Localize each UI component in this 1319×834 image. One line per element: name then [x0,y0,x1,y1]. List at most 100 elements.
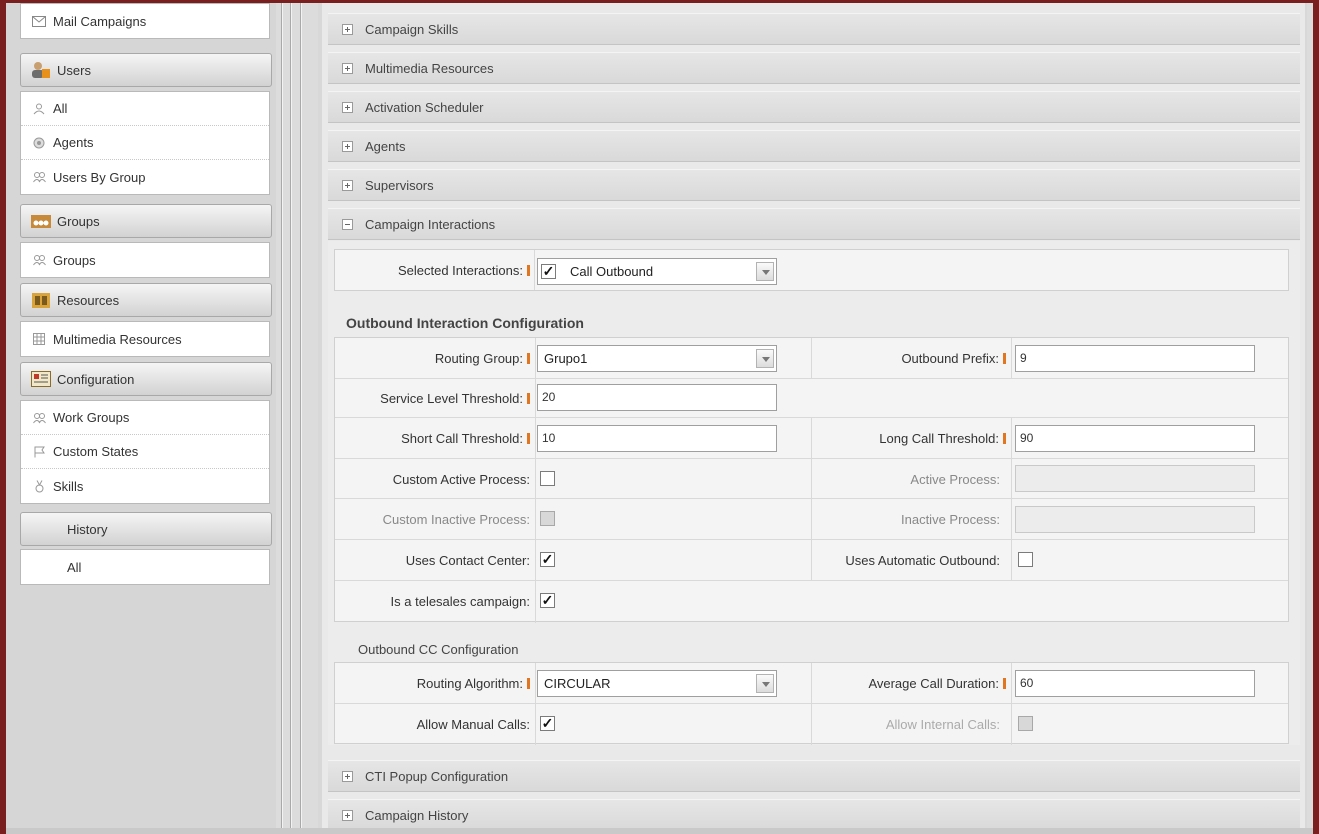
users-panel: All Agents Users By Group [20,91,270,195]
sidebar-item-label: Custom States [53,444,139,459]
film-icon [31,332,47,346]
sidebar-header-label: Groups [57,213,100,229]
sidebar-item-label: Agents [53,135,94,150]
groups-icon [31,212,51,230]
telesales-checkbox[interactable]: ✓ [540,593,555,608]
splitter-handle[interactable] [290,3,292,834]
sidebar-item-work-groups[interactable]: Work Groups [21,401,269,435]
selected-interactions-value: Call Outbound [570,264,654,279]
sidebar-item-users-all[interactable]: All [21,92,269,126]
group-icon [31,411,47,425]
sidebar-item-multimedia-resources[interactable]: Multimedia Resources [21,322,269,356]
accordion-title: Activation Scheduler [365,99,484,115]
accordion-title: Campaign History [365,807,469,823]
sidebar-item-label: All [53,101,68,116]
outbound-prefix-input[interactable]: 9 [1015,345,1255,372]
short-call-input[interactable]: 10 [537,425,777,452]
sidebar-item-mail-campaigns[interactable]: Mail Campaigns [21,4,269,38]
collapse-icon [342,218,353,230]
short-call-label: Short Call Threshold: [401,431,530,446]
sidebar-item-label: Work Groups [53,410,130,425]
campaign-interactions-body: Selected Interactions: ✓ Call Outbound O… [328,241,1300,745]
allow-internal-calls-label: Allow Internal Calls: [885,717,1000,732]
sidebar-item-groups[interactable]: Groups [21,243,269,277]
custom-inactive-label: Custom Inactive Process: [382,512,530,527]
selected-interactions-row: Selected Interactions: ✓ Call Outbound [334,249,1289,291]
expand-icon [342,179,353,191]
service-level-input[interactable]: 20 [537,384,777,411]
splitter-line [300,3,302,834]
accordion-agents[interactable]: Agents [328,130,1300,162]
flag-icon [31,445,47,459]
accordion-title: Campaign Skills [365,21,459,37]
allow-manual-calls-checkbox[interactable]: ✓ [540,716,555,731]
main-content: Campaign Skills Multimedia Resources Act… [318,3,1307,834]
group-icon [31,253,47,267]
sidebar-header-history[interactable]: History [20,512,272,546]
routing-group-label: Routing Group: [435,351,530,366]
sidebar-header-configuration[interactable]: Configuration [20,362,272,396]
service-level-label: Service Level Threshold: [380,391,530,406]
inactive-process-label: Inactive Process: [901,512,1000,527]
groups-panel: Groups [20,242,270,278]
outbound-cc-title: Outbound CC Configuration [358,642,519,657]
routing-group-value: Grupo1 [544,351,588,366]
sidebar-header-label: History [67,521,108,537]
uses-automatic-outbound-checkbox[interactable] [1018,552,1033,567]
accordion-multimedia-resources[interactable]: Multimedia Resources [328,52,1300,84]
configuration-icon [31,370,51,388]
sidebar-item-label: Skills [53,478,84,494]
sidebar-item-custom-states[interactable]: Custom States [21,435,269,469]
sidebar-item-users-by-group[interactable]: Users By Group [21,160,269,194]
outbound-cc-grid: Routing Algorithm: CIRCULAR Average Call… [334,662,1289,745]
sidebar-header-users[interactable]: Users [20,53,272,87]
routing-group-select[interactable]: Grupo1 [537,345,777,372]
headset-icon [31,136,47,150]
group-icon [31,170,47,184]
allow-internal-calls-checkbox [1018,716,1033,731]
accordion-cti-popup[interactable]: CTI Popup Configuration [328,760,1300,792]
custom-active-label: Custom Active Process: [392,472,530,487]
resources-panel: Multimedia Resources [20,321,270,357]
selected-interactions-label: Selected Interactions: [398,263,530,278]
user-icon [31,102,47,116]
accordion-campaign-skills[interactable]: Campaign Skills [328,13,1300,45]
medal-icon [31,479,47,493]
custom-active-checkbox[interactable] [540,471,555,486]
accordion-activation-scheduler[interactable]: Activation Scheduler [328,91,1300,123]
outbound-config-title: Outbound Interaction Configuration [346,315,584,331]
sidebar-header-resources[interactable]: Resources [20,283,272,317]
sidebar-item-label: Groups [53,252,96,268]
uses-contact-center-checkbox[interactable]: ✓ [540,552,555,567]
selected-interactions-select[interactable]: ✓ Call Outbound [537,258,777,285]
history-panel: All [20,549,270,585]
avg-call-duration-label: Average Call Duration: [868,676,1006,691]
telesales-label: Is a telesales campaign: [390,594,530,609]
chevron-down-icon[interactable] [756,262,774,281]
accordion-title: Campaign Interactions [365,216,496,232]
routing-algorithm-select[interactable]: CIRCULAR [537,670,777,697]
avg-call-duration-input[interactable]: 60 [1015,670,1255,697]
outbound-prefix-label: Outbound Prefix: [901,351,1006,366]
allow-manual-calls-label: Allow Manual Calls: [416,717,530,732]
long-call-input[interactable]: 90 [1015,425,1255,452]
sidebar-header-label: Configuration [57,371,135,387]
sidebar-header-groups[interactable]: Groups [20,204,272,238]
accordion-title: Agents [365,138,406,154]
accordion-campaign-interactions[interactable]: Campaign Interactions [328,208,1300,240]
sidebar-item-skills[interactable]: Skills [21,469,269,503]
expand-icon [342,101,353,113]
sidebar-item-agents[interactable]: Agents [21,126,269,160]
configuration-panel: Work Groups Custom States Skills [20,400,270,504]
accordion-campaign-history[interactable]: Campaign History [328,799,1300,831]
chevron-down-icon[interactable] [756,349,774,368]
active-process-label: Active Process: [910,472,1000,487]
expand-icon [342,23,353,35]
accordion-supervisors[interactable]: Supervisors [328,169,1300,201]
sidebar-item-history-all[interactable]: All [21,550,269,584]
uses-contact-center-label: Uses Contact Center: [405,553,530,568]
outbound-config-grid: Routing Group: Grupo1 Outbound Prefix: 9… [334,337,1289,623]
active-process-input [1015,465,1255,492]
call-outbound-checkbox[interactable]: ✓ [541,264,556,279]
chevron-down-icon[interactable] [756,674,774,693]
